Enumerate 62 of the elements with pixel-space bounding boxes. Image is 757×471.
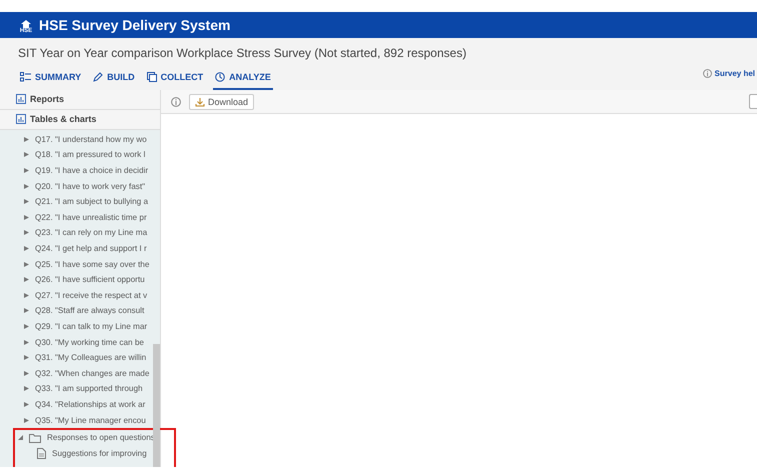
expand-arrow-icon[interactable] [24, 370, 29, 376]
info-icon[interactable] [171, 96, 181, 106]
expand-arrow-icon[interactable] [24, 418, 29, 423]
nav-tab[interactable]: COLLECT [144, 66, 206, 90]
expand-arrow-icon[interactable] [24, 136, 29, 142]
app-title: HSE Survey Delivery System [39, 17, 230, 33]
tree-item[interactable]: Q27. "I receive the respect at v [35, 290, 148, 300]
report-icon [16, 94, 26, 104]
tree-item[interactable]: Q35. "My Line manager encou [35, 416, 146, 425]
expand-arrow-icon[interactable] [24, 246, 29, 251]
expand-arrow-icon[interactable] [24, 355, 29, 360]
expand-arrow-icon[interactable] [24, 230, 29, 236]
pencil-icon [93, 72, 104, 82]
tree-item[interactable]: Q18. "I am pressured to work l [35, 150, 146, 160]
tree-item[interactable]: Q31. "My Colleagues are willin [35, 353, 146, 362]
tree-item[interactable]: Q23. "I can rely on my Line ma [35, 228, 148, 238]
expand-arrow-icon[interactable] [24, 152, 29, 158]
folder-icon [29, 432, 41, 443]
tree-item[interactable]: Q22. "I have unrealistic time pr [35, 212, 147, 222]
expand-arrow-icon[interactable] [24, 308, 29, 314]
expand-arrow-icon[interactable] [24, 386, 29, 392]
help-link[interactable]: Survey hel [702, 69, 755, 90]
tree-item[interactable]: Q33. "I am supported through [35, 384, 143, 394]
sidebar-section[interactable]: Reports [0, 90, 160, 110]
expand-arrow-icon[interactable] [24, 402, 29, 407]
list-icon [20, 72, 31, 82]
expand-arrow-icon[interactable] [24, 292, 29, 298]
tree-item[interactable]: Q17. "I understand how my wo [35, 134, 147, 144]
expand-arrow-icon[interactable] [24, 199, 29, 204]
tree-item[interactable]: Q28. "Staff are always consult [35, 306, 144, 316]
expand-icon[interactable] [749, 94, 757, 109]
expand-arrow-icon[interactable] [24, 340, 29, 345]
collapse-arrow-icon[interactable] [18, 435, 23, 440]
expand-arrow-icon[interactable] [24, 277, 29, 282]
expand-arrow-icon[interactable] [24, 168, 29, 174]
tree-item[interactable]: Q26. "I have sufficient opportu [35, 275, 145, 284]
tree-item[interactable]: Responses to open questions [47, 433, 155, 442]
nav-tab[interactable]: SUMMARY [18, 66, 84, 90]
expand-arrow-icon[interactable] [24, 214, 29, 220]
tree-item[interactable]: Q34. "Relationships at work ar [35, 400, 146, 409]
tree-item[interactable]: Q32. "When changes are made [35, 368, 150, 378]
tree-item[interactable]: Q21. "I am subject to bullying a [35, 197, 148, 206]
nav-tab[interactable]: BUILD [91, 66, 137, 90]
copy-icon [146, 72, 157, 82]
expand-arrow-icon[interactable] [24, 262, 29, 267]
tree-item[interactable]: Q19. "I have a choice in decidir [35, 166, 148, 176]
expand-arrow-icon[interactable] [24, 324, 29, 329]
sidebar-section[interactable]: Tables & charts [0, 110, 160, 130]
tree-item[interactable]: Q24. "I get help and support I r [35, 244, 147, 253]
tree-item[interactable]: Q29. "I can talk to my Line mar [35, 322, 148, 331]
document-icon [37, 448, 46, 459]
expand-arrow-icon[interactable] [24, 184, 29, 189]
tree-item[interactable]: Suggestions for improving [52, 448, 147, 458]
table-icon [16, 114, 26, 124]
tree-item[interactable]: Q30. "My working time can be [35, 338, 144, 347]
download-icon [195, 96, 205, 106]
tree-item[interactable]: Q25. "I have some say over the [35, 260, 150, 269]
clock-icon [215, 72, 226, 82]
download-button[interactable]: Download [189, 94, 254, 110]
info-icon [702, 69, 712, 78]
tree-item[interactable]: Q20. "I have to work very fast" [35, 182, 146, 191]
survey-title: SIT Year on Year comparison Workplace Stress Survey (Not started, 892 responses) [18, 45, 468, 62]
